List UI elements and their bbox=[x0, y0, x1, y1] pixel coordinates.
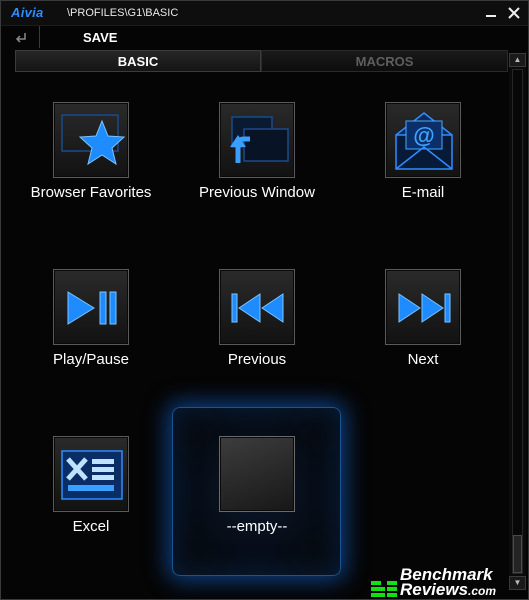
toolbar-divider bbox=[39, 26, 40, 48]
slot-label: E-mail bbox=[401, 184, 445, 201]
scroll-up-arrow-icon[interactable]: ▲ bbox=[509, 53, 526, 67]
slot-previous[interactable]: Previous bbox=[171, 269, 341, 389]
next-track-icon bbox=[385, 269, 461, 345]
save-button[interactable]: SAVE bbox=[83, 30, 117, 45]
slot-excel[interactable]: Excel bbox=[5, 436, 175, 556]
slot-label: Excel bbox=[72, 518, 110, 535]
play-pause-icon bbox=[53, 269, 129, 345]
slot-label: Next bbox=[407, 351, 439, 368]
slot-label: Play/Pause bbox=[53, 351, 129, 368]
svg-text:@: @ bbox=[413, 123, 434, 148]
title-bar: Aivia \PROFILES\G1\BASIC bbox=[1, 1, 528, 26]
previous-window-icon bbox=[219, 102, 295, 178]
previous-track-icon bbox=[219, 269, 295, 345]
toolbar: SAVE bbox=[1, 26, 528, 48]
slot-email[interactable]: @ E-mail bbox=[337, 102, 507, 222]
star-icon bbox=[53, 102, 129, 178]
empty-slot-icon bbox=[219, 436, 295, 512]
slot-label: Previous Window bbox=[199, 184, 315, 201]
tab-basic[interactable]: BASIC bbox=[15, 50, 261, 72]
scroll-down-arrow-icon[interactable]: ▼ bbox=[509, 576, 526, 590]
slot-label: --empty-- bbox=[226, 518, 288, 535]
watermark-line2: Reviews.com bbox=[400, 580, 497, 599]
app-window: Aivia \PROFILES\G1\BASIC SAVE BASIC MACR… bbox=[0, 0, 529, 600]
profile-path: \PROFILES\G1\BASIC bbox=[67, 7, 179, 19]
close-icon[interactable] bbox=[504, 4, 524, 22]
slot-label: Previous bbox=[227, 351, 287, 368]
scroll-track[interactable] bbox=[512, 69, 523, 574]
tab-macros[interactable]: MACROS bbox=[261, 50, 508, 72]
slot-browser-favorites[interactable]: Browser Favorites bbox=[5, 102, 175, 222]
slot-previous-window[interactable]: Previous Window bbox=[171, 102, 341, 222]
scroll-thumb[interactable] bbox=[513, 535, 522, 573]
app-logo: Aivia bbox=[11, 5, 44, 20]
slot-label: Browser Favorites bbox=[30, 184, 152, 201]
minimize-icon[interactable] bbox=[481, 4, 501, 22]
slot-empty[interactable]: --empty-- bbox=[171, 436, 341, 556]
back-arrow-icon[interactable] bbox=[9, 28, 33, 46]
slot-next[interactable]: Next bbox=[337, 269, 507, 389]
tab-bar: BASIC MACROS bbox=[15, 50, 508, 72]
slot-play-pause[interactable]: Play/Pause bbox=[5, 269, 175, 389]
benchmark-reviews-watermark: Benchmark Reviews.com bbox=[367, 557, 507, 599]
excel-icon bbox=[53, 436, 129, 512]
vertical-scrollbar[interactable]: ▲ ▼ bbox=[509, 53, 526, 590]
email-icon: @ bbox=[385, 102, 461, 178]
